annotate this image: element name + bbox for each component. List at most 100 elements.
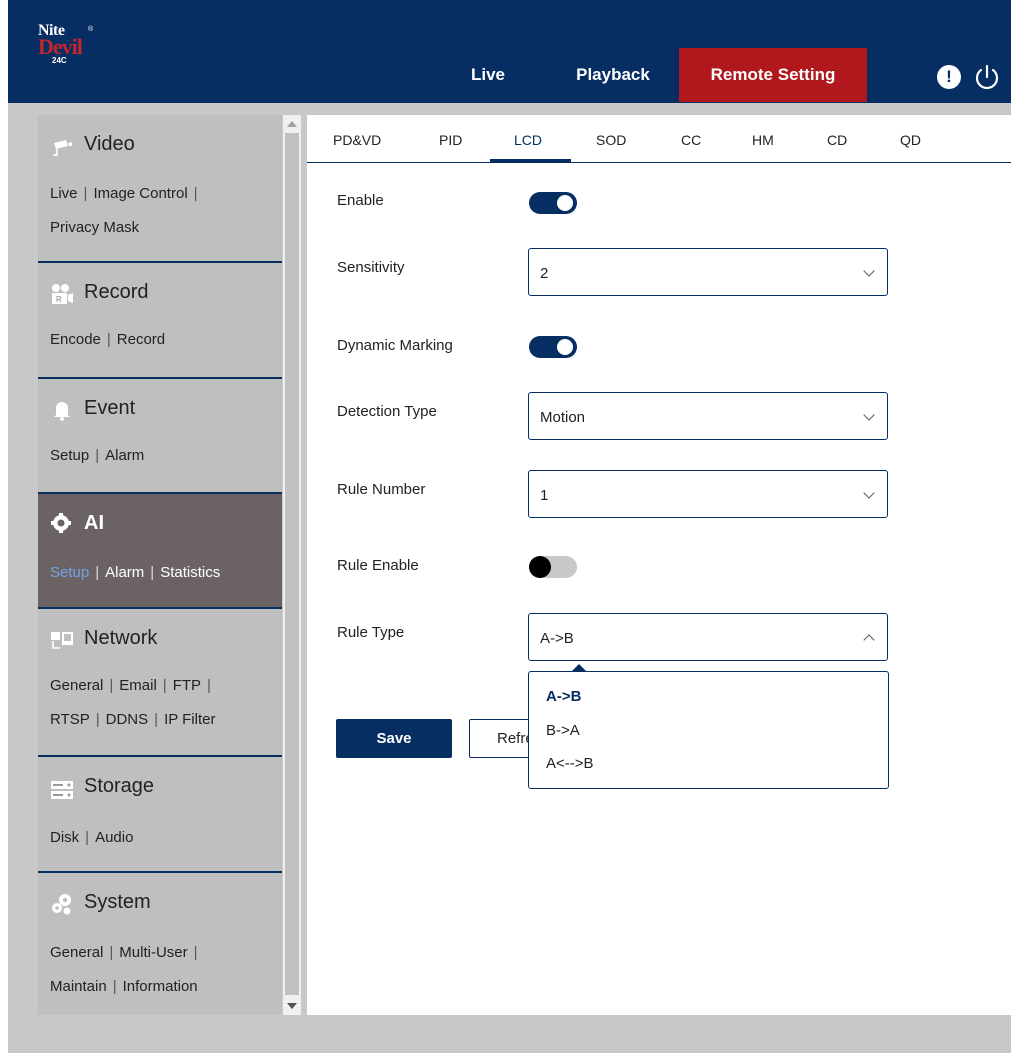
window-left-edge [0, 0, 8, 1053]
rule-type-option[interactable]: B->A [546, 722, 580, 739]
sidebar-link-maintain[interactable]: Maintain [50, 978, 107, 995]
sidebar-link-ai-alarm[interactable]: Alarm [105, 564, 144, 581]
storage-icon [51, 781, 73, 799]
gears-icon [52, 894, 71, 915]
label-rule-number: Rule Number [337, 481, 426, 498]
sidebar-link-audio[interactable]: Audio [95, 829, 133, 846]
detection-type-select[interactable]: Motion [528, 392, 888, 440]
rule-type-option[interactable]: A<-->B [546, 755, 594, 772]
sidebar-link-ftp[interactable]: FTP [173, 677, 201, 694]
rule-enable-toggle[interactable] [529, 556, 577, 578]
tab-pid[interactable]: PID [439, 132, 462, 148]
sidebar-link-ai-setup[interactable]: Setup [50, 564, 89, 581]
save-button[interactable]: Save [336, 719, 452, 758]
sidebar-link-multi-user[interactable]: Multi-User [119, 944, 187, 961]
sidebar-title-video[interactable]: Video [84, 133, 135, 156]
sidebar-link-ip-filter[interactable]: IP Filter [164, 711, 215, 728]
sidebar-links-storage: Disk | Audio [50, 829, 134, 846]
sidebar-section-record: R Record Encode | Record [38, 263, 282, 379]
rule-number-select[interactable]: 1 [528, 470, 888, 518]
sidebar-link-email[interactable]: Email [119, 677, 157, 694]
sidebar-link-image-control[interactable]: Image Control [93, 185, 187, 202]
sidebar-title-record[interactable]: Record [84, 281, 148, 304]
label-rule-enable: Rule Enable [337, 557, 419, 574]
top-bar: Nite ® Devil 24C Live Playback Remote Se… [8, 0, 1011, 103]
sidebar-link-network-general[interactable]: General [50, 677, 103, 694]
sidebar-link-rtsp[interactable]: RTSP [50, 711, 90, 728]
nav-remote-setting[interactable]: Remote Setting [679, 48, 867, 102]
tab-cc[interactable]: CC [681, 132, 701, 148]
sidebar-title-system[interactable]: System [84, 891, 151, 914]
sidebar-links-event: Setup | Alarm [50, 447, 145, 464]
chevron-down-icon [863, 409, 875, 421]
sidebar-section-system: System General | Multi-User | Maintain | Info… [38, 873, 282, 1015]
sidebar-section-storage: Storage Disk | Audio [38, 757, 282, 873]
sidebar-links-system: General | Multi-User | Maintain | Information [50, 944, 198, 995]
tab-cd[interactable]: CD [827, 132, 847, 148]
chevron-down-icon [863, 265, 875, 277]
chevron-up-icon [863, 634, 875, 646]
sidebar-link-event-alarm[interactable]: Alarm [105, 447, 144, 464]
rule-type-option[interactable]: A->B [546, 688, 581, 705]
bell-icon [54, 402, 70, 421]
main-panel: PD&VD PID LCD SOD CC HM CD QD Enable Sen… [307, 115, 1011, 1015]
sidebar-link-information[interactable]: Information [123, 978, 198, 995]
sidebar-link-ai-statistics[interactable]: Statistics [160, 564, 220, 581]
ai-gear-icon [51, 513, 71, 533]
label-enable: Enable [337, 192, 384, 209]
tab-hm[interactable]: HM [752, 132, 774, 148]
nav-live[interactable]: Live [448, 48, 528, 102]
rule-type-select[interactable]: A->B [528, 613, 888, 661]
active-tab-indicator [490, 159, 571, 162]
brand-logo: Nite ® Devil 24C [38, 22, 118, 70]
sidebar-link-privacy-mask[interactable]: Privacy Mask [50, 219, 139, 236]
tab-sod[interactable]: SOD [596, 132, 626, 148]
rule-number-value: 1 [540, 487, 549, 504]
label-sensitivity: Sensitivity [337, 259, 405, 276]
scroll-down-arrow-icon[interactable] [287, 1003, 297, 1009]
tab-pd-vd[interactable]: PD&VD [333, 132, 381, 148]
detection-type-value: Motion [540, 409, 586, 426]
enable-toggle[interactable] [529, 192, 577, 214]
sidebar-section-video: Video Live | Image Control | Privacy Mask [38, 115, 282, 263]
scroll-thumb[interactable] [285, 133, 299, 995]
sidebar-link-ddns[interactable]: DDNS [106, 711, 149, 728]
rule-type-value: A->B [540, 630, 574, 647]
sidebar-link-disk[interactable]: Disk [50, 829, 79, 846]
sidebar-title-ai[interactable]: AI [84, 512, 104, 535]
sidebar-links-network: General | Email | FTP | RTSP | DDNS | IP Filter [50, 677, 216, 728]
power-icon[interactable] [973, 63, 1001, 91]
sensitivity-value: 2 [540, 265, 549, 282]
sidebar-scrollbar[interactable] [283, 115, 301, 1015]
label-rule-type: Rule Type [337, 624, 405, 641]
sidebar-title-network[interactable]: Network [84, 627, 157, 650]
label-dynamic-marking: Dynamic Marking [337, 337, 453, 354]
sidebar-link-video-live[interactable]: Live [50, 185, 78, 202]
sidebar: Video Live | Image Control | Privacy Mask R… [38, 115, 282, 1015]
sidebar-section-network: Network General | Email | FTP | RTSP | DDNS | IP … [38, 609, 282, 757]
sidebar-link-encode[interactable]: Encode [50, 331, 101, 348]
tab-qd[interactable]: QD [900, 132, 921, 148]
sidebar-link-system-general[interactable]: General [50, 944, 103, 961]
camera-icon [53, 140, 72, 156]
rule-type-dropdown: A->B B->A A<-->B [528, 671, 889, 789]
chevron-down-icon [863, 487, 875, 499]
sidebar-title-event[interactable]: Event [84, 397, 135, 420]
network-icon [51, 632, 73, 649]
sensitivity-select[interactable]: 2 [528, 248, 888, 296]
sidebar-title-storage[interactable]: Storage [84, 775, 154, 798]
alert-icon[interactable]: ! [937, 65, 961, 89]
sidebar-section-event: Event Setup | Alarm [38, 379, 282, 494]
sidebar-link-record[interactable]: Record [117, 331, 165, 348]
toggle-knob [529, 556, 551, 578]
scroll-up-arrow-icon[interactable] [287, 121, 297, 127]
nav-playback[interactable]: Playback [553, 48, 673, 102]
toggle-knob [557, 195, 573, 211]
sidebar-link-event-setup[interactable]: Setup [50, 447, 89, 464]
tab-lcd[interactable]: LCD [514, 132, 542, 148]
sidebar-section-ai: AI Setup | Alarm | Statistics [38, 494, 282, 609]
record-icon: R [52, 284, 73, 304]
sidebar-links-ai: Setup | Alarm | Statistics [50, 564, 221, 581]
svg-text:R: R [56, 295, 62, 304]
dynamic-marking-toggle[interactable] [529, 336, 577, 358]
